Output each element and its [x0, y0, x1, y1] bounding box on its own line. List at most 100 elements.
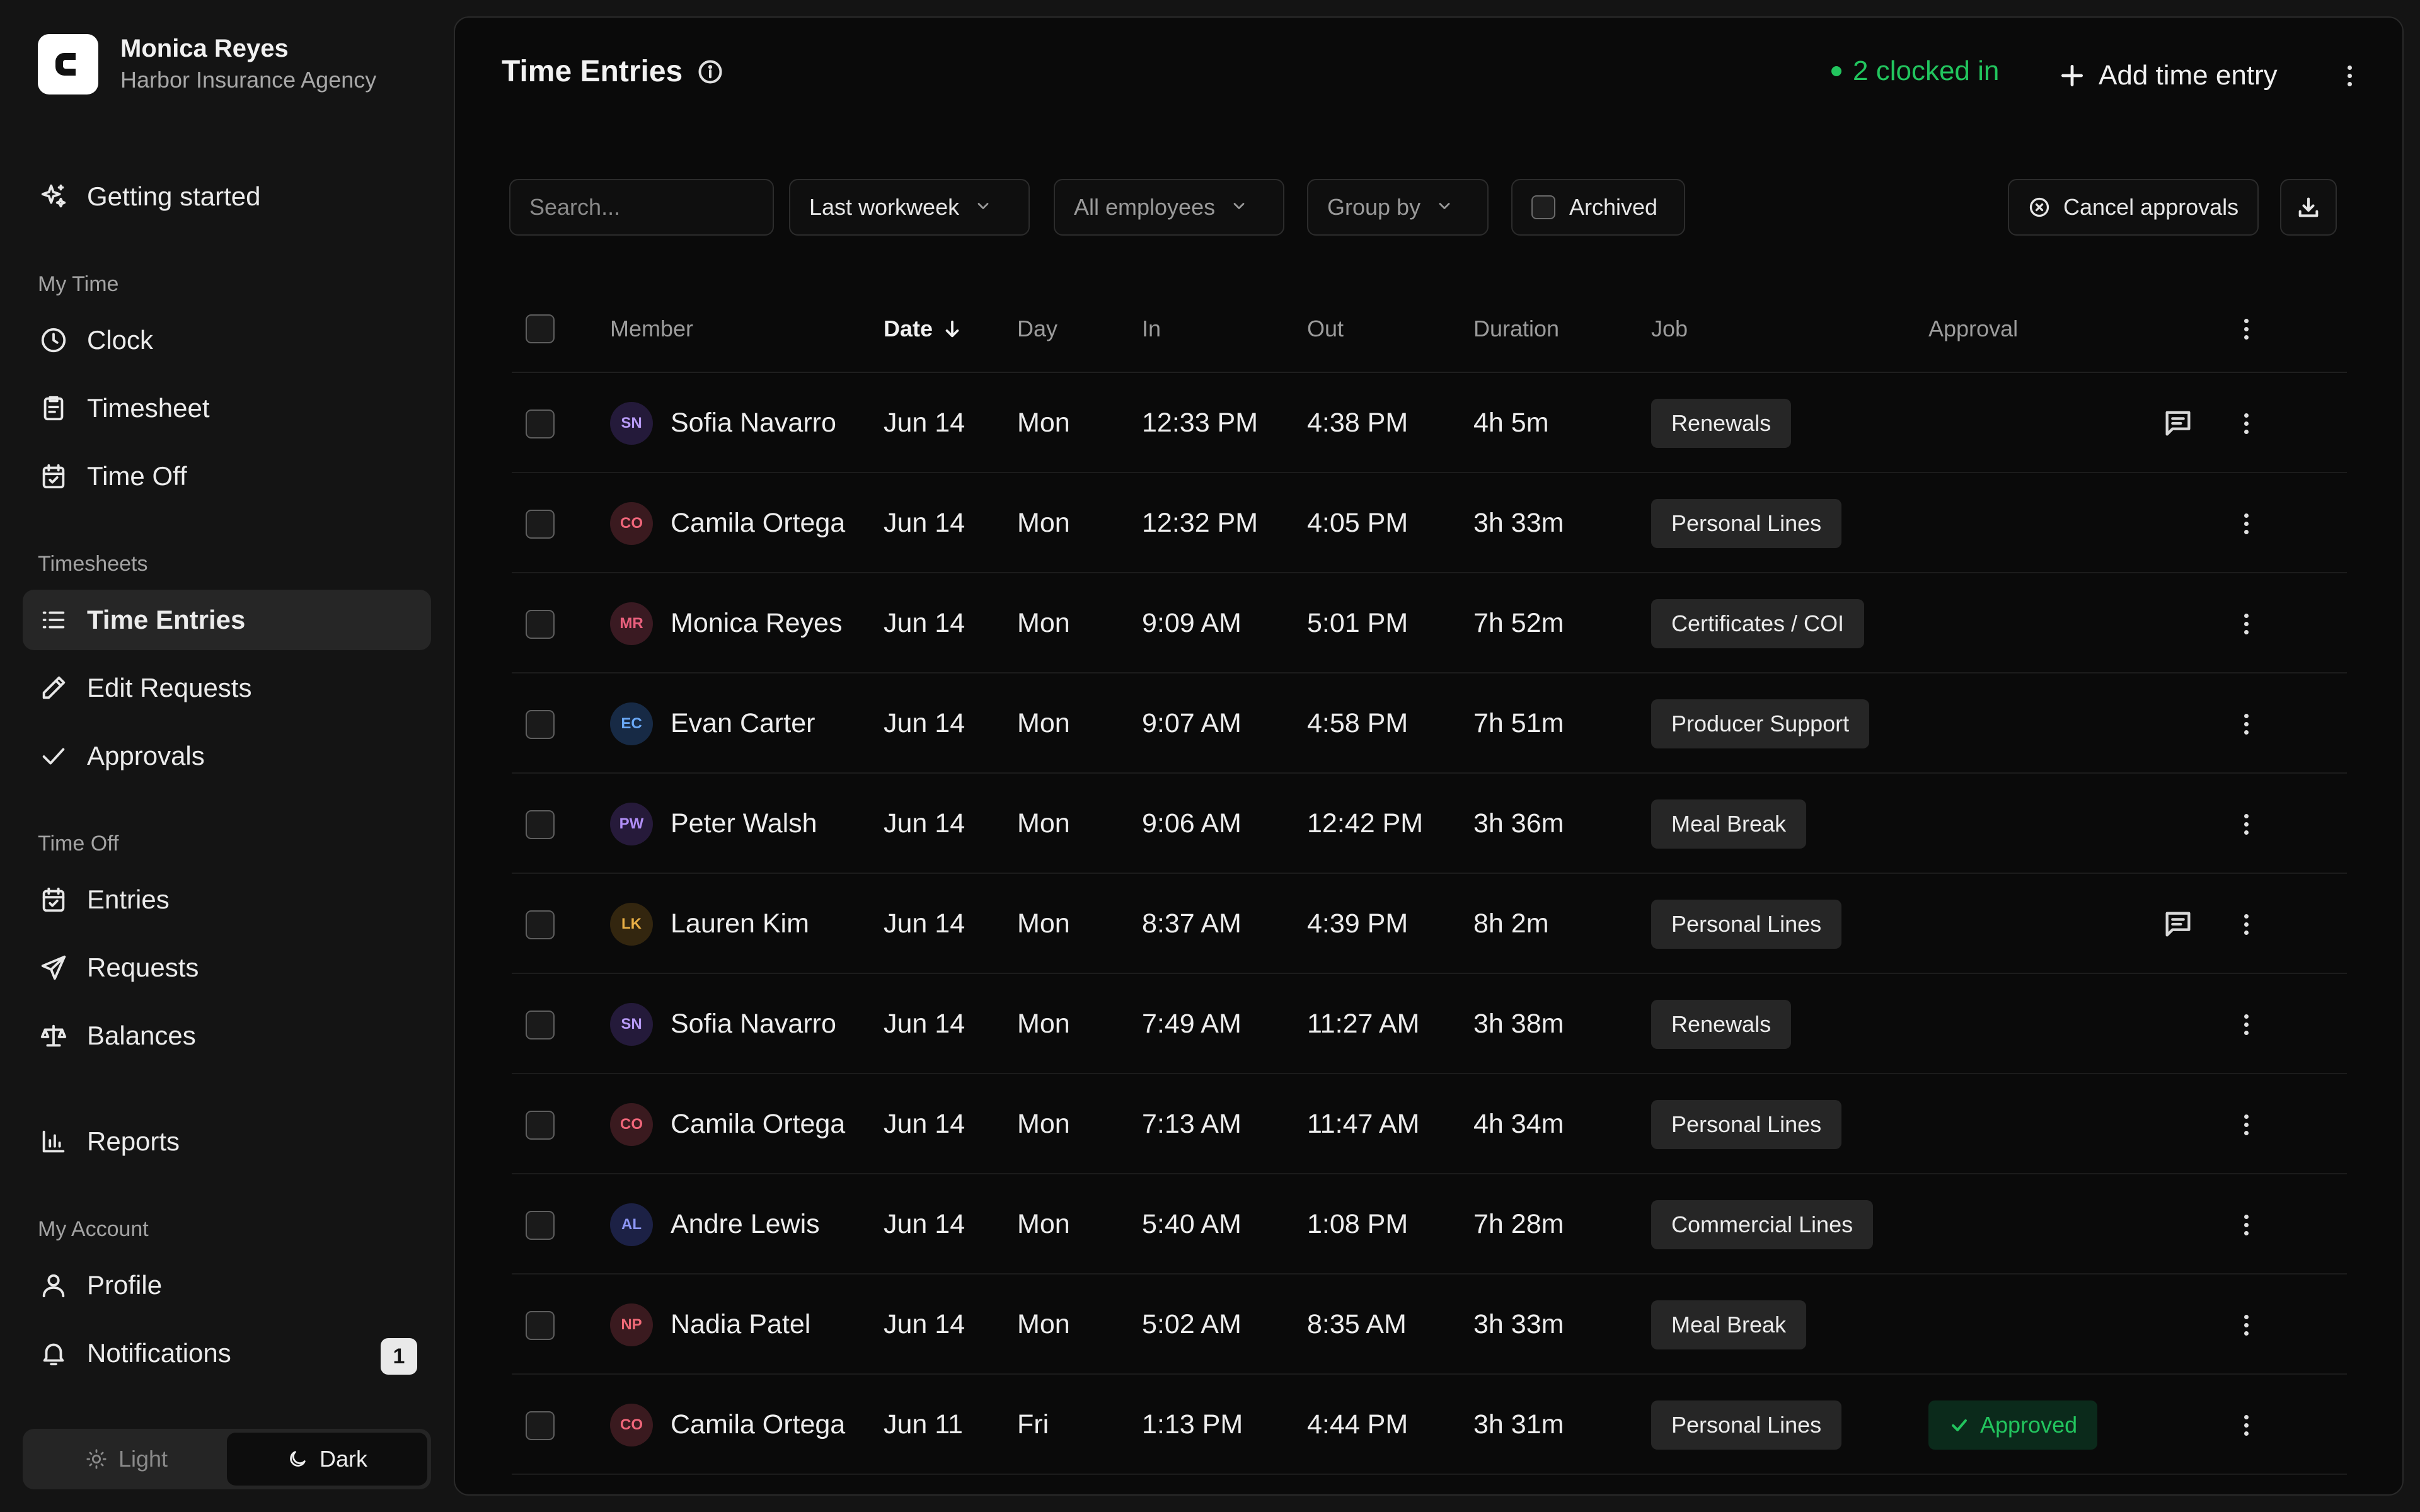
- archived-checkbox[interactable]: [1531, 195, 1555, 219]
- theme-light-label: Light: [118, 1446, 168, 1472]
- column-in[interactable]: In: [1142, 285, 1161, 373]
- comment-icon[interactable]: [2162, 407, 2194, 440]
- table-row[interactable]: SN Sofia Navarro Jun 14 Mon 7:49 AM 11:27 AM 3…: [512, 974, 2347, 1074]
- column-duration[interactable]: Duration: [1473, 285, 1559, 373]
- duration-cell: 7h 51m: [1473, 708, 1564, 738]
- row-more-menu-icon[interactable]: [2233, 404, 2259, 442]
- member-cell[interactable]: CO Camila Ortega: [610, 1375, 845, 1475]
- add-time-entry-button[interactable]: Add time entry: [2058, 53, 2278, 98]
- clock-in-cell: 9:09 AM: [1142, 608, 1242, 638]
- archived-toggle[interactable]: Archived: [1511, 179, 1685, 236]
- row-checkbox[interactable]: [526, 810, 555, 839]
- download-button[interactable]: [2280, 179, 2337, 236]
- nav-profile[interactable]: Profile: [23, 1255, 431, 1315]
- table-row[interactable]: PW Peter Walsh Jun 14 Mon 9:06 AM 12:42 PM 3h …: [512, 774, 2347, 874]
- column-job[interactable]: Job: [1651, 285, 1688, 373]
- row-checkbox[interactable]: [526, 1311, 555, 1340]
- row-checkbox[interactable]: [526, 1111, 555, 1140]
- row-checkbox[interactable]: [526, 510, 555, 539]
- row-checkbox[interactable]: [526, 710, 555, 739]
- member-cell[interactable]: PW Peter Walsh: [610, 774, 817, 874]
- clock-in-cell: 7:13 AM: [1142, 1109, 1242, 1139]
- member-cell[interactable]: MR Monica Reyes: [610, 573, 842, 673]
- nav-approvals[interactable]: Approvals: [23, 726, 431, 786]
- column-member[interactable]: Member: [610, 285, 693, 373]
- row-more-menu-icon[interactable]: [2233, 1005, 2259, 1043]
- comment-icon[interactable]: [2162, 908, 2194, 941]
- avatar: SN: [610, 401, 653, 445]
- table-row[interactable]: LK Lauren Kim Jun 14 Mon 8:37 AM 4:39 PM 8h 2m…: [512, 874, 2347, 974]
- table-row[interactable]: MR Monica Reyes Jun 14 Mon 9:09 AM 5:01 PM 7h …: [512, 573, 2347, 673]
- clocked-in-indicator[interactable]: 2 clocked in: [1831, 55, 1999, 87]
- table-row[interactable]: NP Nadia Patel Jun 14 Mon 5:02 AM 8:35 AM 3h 3…: [512, 1274, 2347, 1375]
- duration-cell: 4h 34m: [1473, 1109, 1564, 1139]
- nav-label: Notifications: [87, 1338, 231, 1368]
- nav-time-entries[interactable]: Time Entries: [23, 590, 431, 650]
- member-cell[interactable]: SN Sofia Navarro: [610, 373, 836, 473]
- member-cell[interactable]: CO Camila Ortega: [610, 473, 845, 573]
- employees-dropdown[interactable]: All employees: [1054, 179, 1284, 236]
- row-more-menu-icon[interactable]: [2233, 505, 2259, 542]
- theme-dark-option[interactable]: Dark: [227, 1433, 427, 1486]
- row-checkbox[interactable]: [526, 610, 555, 639]
- column-out[interactable]: Out: [1307, 285, 1344, 373]
- row-checkbox[interactable]: [526, 1411, 555, 1440]
- member-cell[interactable]: NP Nadia Patel: [610, 1274, 810, 1375]
- table-row[interactable]: SN Sofia Navarro Jun 14 Mon 12:33 PM 4:38 PM 4…: [512, 373, 2347, 473]
- account-switcher[interactable]: Monica Reyes Harbor Insurance Agency: [38, 33, 376, 96]
- nav-requests[interactable]: Requests: [23, 937, 431, 998]
- group-by-dropdown[interactable]: Group by: [1307, 179, 1489, 236]
- theme-light-option[interactable]: Light: [26, 1433, 227, 1486]
- date-cell: Jun 14: [884, 508, 965, 538]
- table-row[interactable]: CO Camila Ortega Jun 14 Mon 12:32 PM 4:05 PM 3…: [512, 473, 2347, 573]
- member-cell[interactable]: EC Evan Carter: [610, 673, 815, 774]
- column-date[interactable]: Date: [884, 285, 963, 373]
- member-cell[interactable]: SN Sofia Navarro: [610, 974, 836, 1074]
- nav-edit-requests[interactable]: Edit Requests: [23, 658, 431, 718]
- table-row[interactable]: CO Camila Ortega Jun 14 Mon 7:13 AM 11:47 AM 4…: [512, 1074, 2347, 1174]
- table-row[interactable]: AL Andre Lewis Jun 14 Mon 5:40 AM 1:08 PM 7h 2…: [512, 1174, 2347, 1274]
- search-input[interactable]: [509, 179, 774, 236]
- column-approval[interactable]: Approval: [1928, 285, 2018, 373]
- row-more-menu-icon[interactable]: [2233, 605, 2259, 643]
- row-more-menu-icon[interactable]: [2233, 1106, 2259, 1143]
- column-day[interactable]: Day: [1017, 285, 1057, 373]
- nav-timesheet[interactable]: Timesheet: [23, 378, 431, 438]
- scale-icon: [38, 1020, 69, 1051]
- table-row[interactable]: CO Camila Ortega Jun 11 Fri 1:13 PM 4:44 PM 3h…: [512, 1375, 2347, 1475]
- columns-menu-icon[interactable]: [2233, 310, 2259, 348]
- nav-time-off[interactable]: Time Off: [23, 446, 431, 507]
- member-cell[interactable]: LK Lauren Kim: [610, 874, 809, 974]
- date-cell: Jun 14: [884, 808, 965, 839]
- nav-balances[interactable]: Balances: [23, 1005, 431, 1066]
- nav-notifications[interactable]: Notifications 1: [23, 1323, 431, 1383]
- row-checkbox[interactable]: [526, 1211, 555, 1240]
- cancel-approvals-button[interactable]: Cancel approvals: [2008, 179, 2259, 236]
- nav-label: Reports: [87, 1126, 180, 1156]
- page-more-menu-icon[interactable]: [2337, 57, 2362, 94]
- table-row[interactable]: EC Evan Carter Jun 14 Mon 9:07 AM 4:58 PM 7h 5…: [512, 673, 2347, 774]
- nav-reports[interactable]: Reports: [23, 1111, 431, 1172]
- row-more-menu-icon[interactable]: [2233, 1406, 2259, 1444]
- theme-toggle[interactable]: Light Dark: [23, 1429, 431, 1489]
- member-cell[interactable]: CO Camila Ortega: [610, 1074, 845, 1174]
- date-range-dropdown[interactable]: Last workweek: [789, 179, 1030, 236]
- row-more-menu-icon[interactable]: [2233, 1306, 2259, 1344]
- row-checkbox[interactable]: [526, 1011, 555, 1040]
- member-cell[interactable]: AL Andre Lewis: [610, 1174, 820, 1274]
- row-more-menu-icon[interactable]: [2233, 1206, 2259, 1244]
- nav-getting-started[interactable]: Getting started: [23, 166, 431, 227]
- row-checkbox[interactable]: [526, 910, 555, 939]
- nav-entries[interactable]: Entries: [23, 869, 431, 930]
- row-more-menu-icon[interactable]: [2233, 805, 2259, 843]
- nav-clock[interactable]: Clock: [23, 310, 431, 370]
- approved-badge: Approved: [1928, 1400, 2098, 1450]
- arrow-down-icon: [945, 320, 959, 338]
- row-more-menu-icon[interactable]: [2233, 905, 2259, 943]
- row-checkbox[interactable]: [526, 410, 555, 438]
- main-panel: Time Entries 2 clocked in Add time entry…: [454, 16, 2404, 1496]
- select-all-checkbox[interactable]: [526, 314, 555, 343]
- duration-cell: 3h 33m: [1473, 1309, 1564, 1339]
- info-icon[interactable]: [696, 58, 724, 86]
- row-more-menu-icon[interactable]: [2233, 705, 2259, 743]
